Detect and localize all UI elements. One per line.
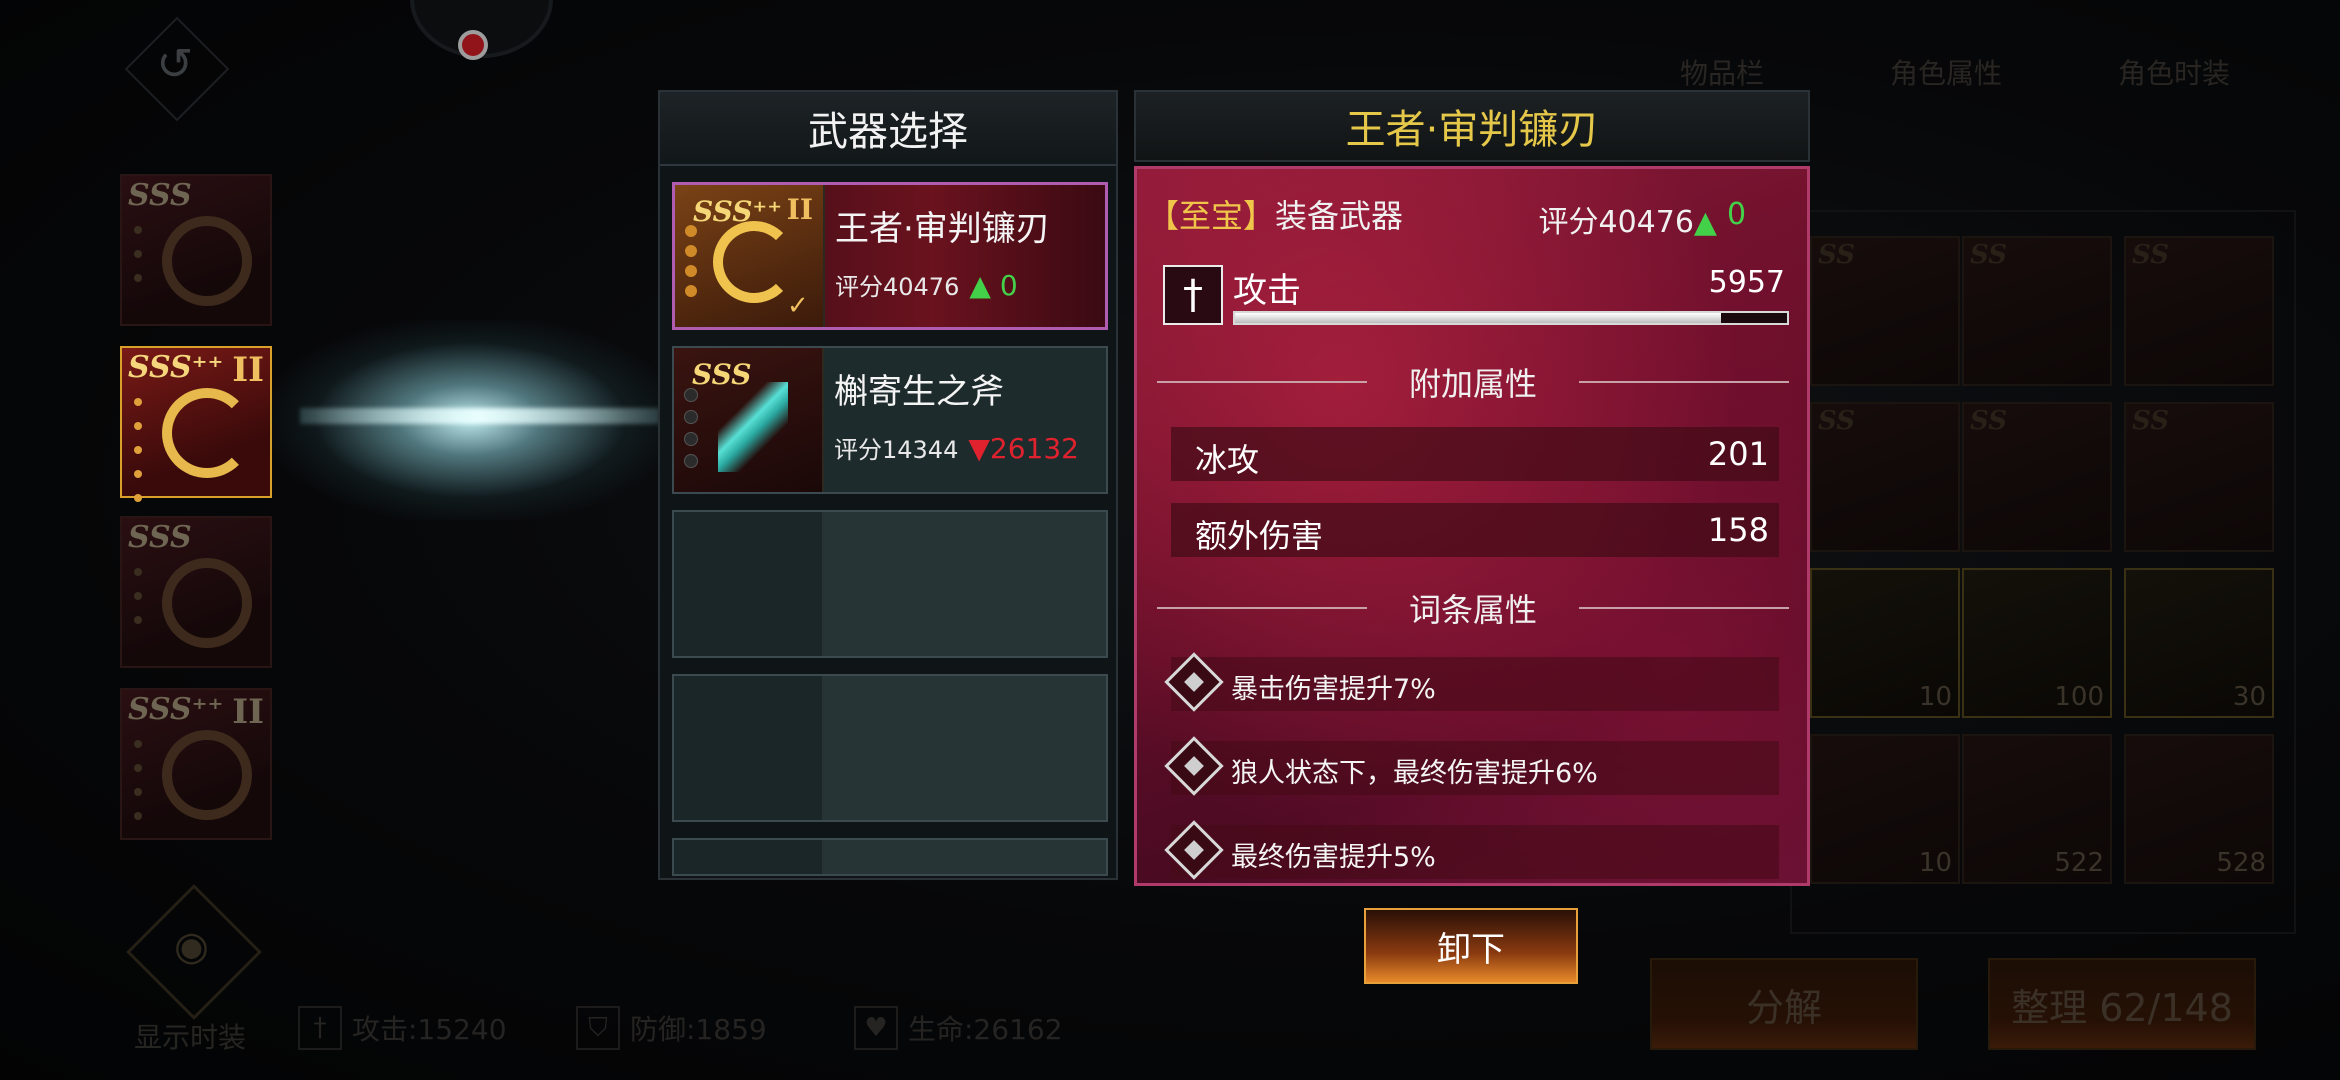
weapon-select-panel: 武器选择 SSS⁺⁺ II ✓ 王者·审判镰刃 评分40476 ▲ 0 SSS 槲… (658, 90, 1118, 880)
weapon-score: 评分40476 ▲ 0 (835, 269, 1018, 302)
check-icon: ✓ (787, 291, 809, 321)
selection-beam-core (300, 408, 660, 424)
axe-icon (718, 382, 788, 472)
affix-icon (1164, 652, 1224, 712)
affix-icon (1164, 736, 1224, 796)
weapon-item[interactable]: SSS⁺⁺ II ✓ 王者·审判镰刃 评分40476 ▲ 0 (672, 182, 1108, 330)
detail-score: 评分40476▲ 0 (1538, 197, 1747, 240)
empty-weapon-slot (672, 838, 1108, 876)
scythe-icon (713, 221, 795, 303)
affix-row: 暴击伤害提升7% (1164, 652, 1779, 712)
scythe-icon (162, 388, 252, 478)
extra-attr-header: 附加属性 (1157, 359, 1789, 403)
weapon-thumb: SSS (674, 348, 824, 492)
weapon-score: 评分14344 ▼26132 (834, 432, 1079, 465)
weapon-select-title: 武器选择 (660, 92, 1116, 166)
attr-row: 额外伤害 158 (1171, 503, 1779, 557)
equip-slot-1[interactable]: SSS (120, 174, 272, 326)
equip-slot-weapon[interactable]: SSS⁺⁺ II (120, 346, 272, 502)
empty-weapon-slot (672, 674, 1108, 822)
equip-slot-4[interactable]: SSS⁺⁺ II (120, 688, 272, 840)
weapon-item[interactable]: SSS 槲寄生之斧 评分14344 ▼26132 (672, 346, 1108, 494)
attr-row: 冰攻 201 (1171, 427, 1779, 481)
attack-bar (1233, 311, 1789, 325)
affix-header: 词条属性 (1157, 585, 1789, 629)
attack-label: 攻击 (1233, 271, 1301, 311)
unequip-button[interactable]: 卸下 (1364, 908, 1578, 984)
attack-value: 5957 (1708, 265, 1785, 300)
weapon-thumb: SSS⁺⁺ II ✓ (675, 185, 825, 327)
affix-row: 最终伤害提升5% (1164, 820, 1779, 880)
sword-icon: † (1163, 265, 1223, 325)
affix-row: 狼人状态下，最终伤害提升6% (1164, 736, 1779, 796)
detail-title: 王者·审判镰刃 (1134, 90, 1810, 162)
weapon-name: 槲寄生之斧 (834, 372, 1004, 412)
weapon-name: 王者·审判镰刃 (835, 209, 1050, 249)
empty-weapon-slot (672, 510, 1108, 658)
weapon-detail-panel: 【至宝】装备武器 评分40476▲ 0 † 攻击 5957 附加属性 冰攻 201 … (1134, 166, 1810, 886)
equip-slot-3[interactable]: SSS (120, 516, 272, 668)
rarity-label: 【至宝】装备武器 (1147, 197, 1404, 235)
affix-icon (1164, 820, 1224, 880)
